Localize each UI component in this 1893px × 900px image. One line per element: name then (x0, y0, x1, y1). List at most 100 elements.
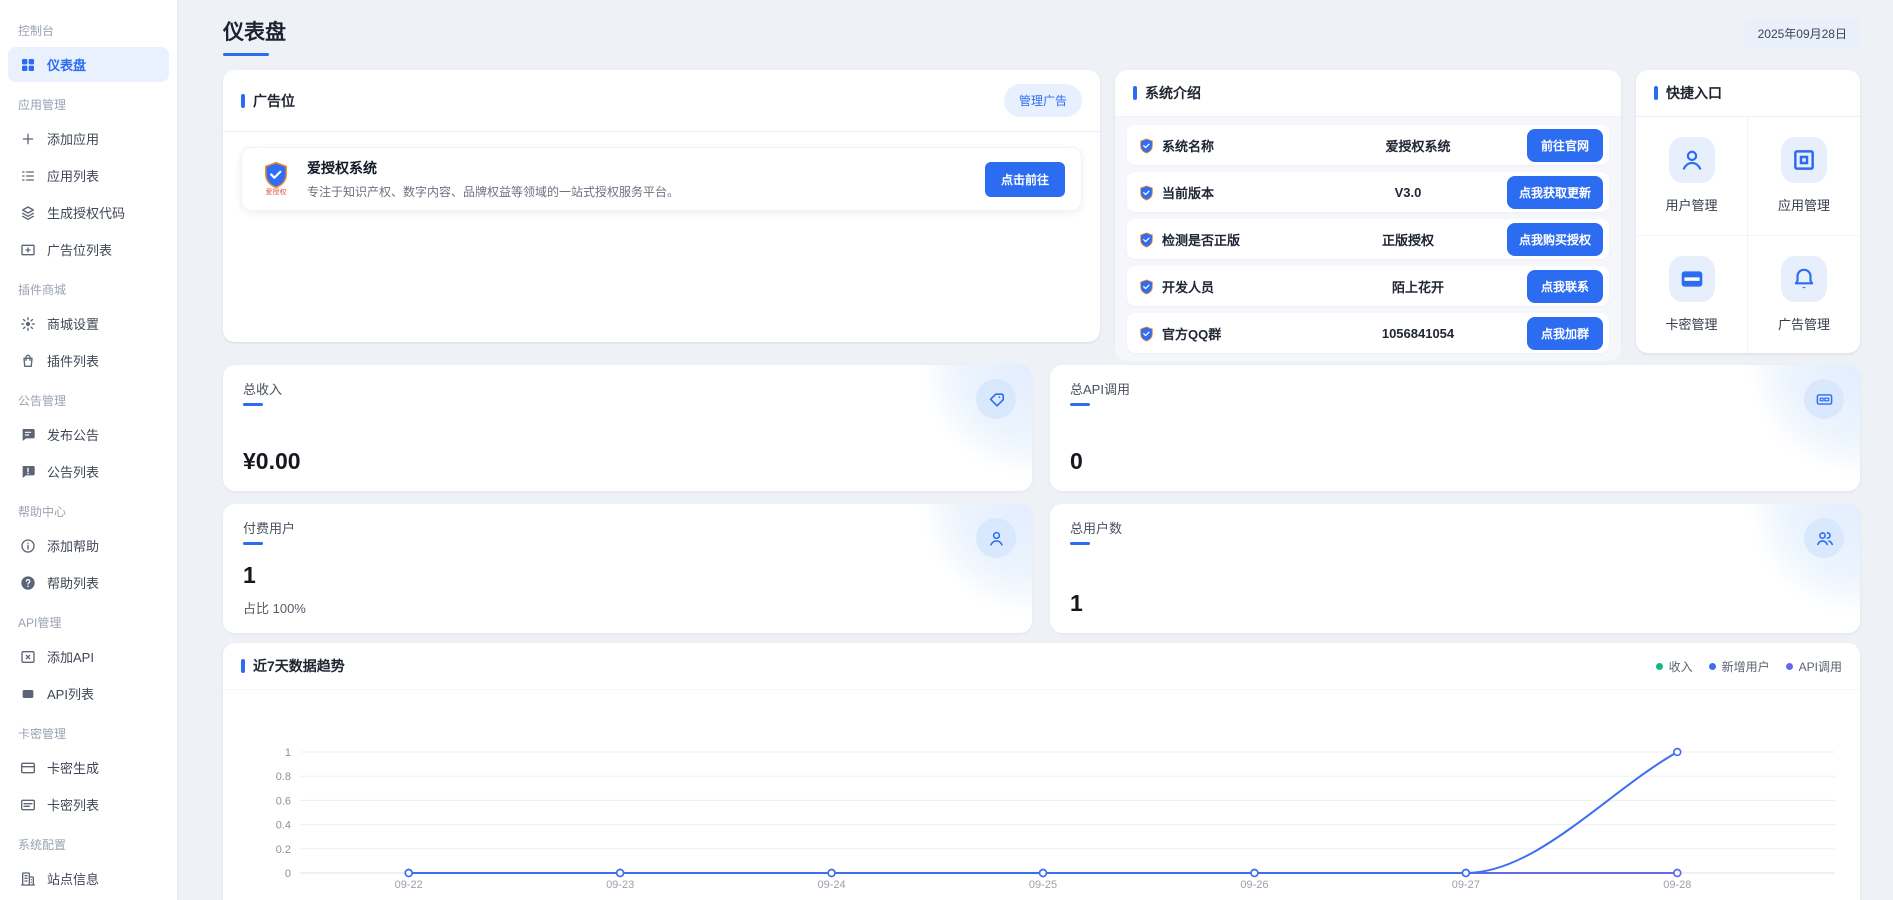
api-call-icon (1804, 379, 1844, 419)
system-row-button-genuine-check[interactable]: 点我购买授权 (1507, 223, 1603, 256)
sidebar-item-api-add[interactable]: 添加API (8, 639, 169, 674)
quick-entry-grid: 用户管理应用管理卡密管理广告管理 (1636, 117, 1860, 353)
header-accent-bar (241, 659, 245, 673)
legend-dot (1656, 663, 1663, 670)
sidebar-item-label: 插件列表 (47, 351, 99, 370)
sidebar-item-auth-code-generate[interactable]: 生成授权代码 (8, 195, 169, 230)
app-icon (1781, 137, 1827, 183)
page-title: 仪表盘 (223, 16, 286, 46)
system-intro-card: 系统介绍 系统名称爱授权系统前往官网当前版本V3.0点我获取更新检测是否正版正版… (1115, 70, 1621, 353)
legend-item-income[interactable]: 收入 (1656, 658, 1693, 675)
message-icon (20, 427, 36, 443)
svg-text:09-23: 09-23 (606, 879, 634, 891)
sidebar-item-plugin-list[interactable]: 插件列表 (8, 343, 169, 378)
system-row-label: 检测是否正版 (1162, 230, 1240, 249)
chart-legend: 收入 新增用户 API调用 (1656, 658, 1842, 675)
shield-logo-icon (1139, 185, 1154, 201)
quick-entry-label: 广告管理 (1778, 314, 1830, 333)
system-row-button-official-qq[interactable]: 点我加群 (1527, 317, 1603, 350)
dashboard-icon (20, 57, 36, 73)
trend-chart-card: 近7天数据趋势 收入新增用户API调用 00.20.40.60.8109-220… (223, 643, 1860, 900)
legend-item-api-calls[interactable]: API调用 (1786, 658, 1842, 675)
page-header: 仪表盘 2025年09月28日 (223, 12, 1860, 56)
sidebar-section-label: 帮助中心 (0, 491, 177, 526)
sidebar-item-card-list[interactable]: 卡密列表 (8, 787, 169, 822)
sidebar-item-announcement-list[interactable]: 公告列表 (8, 454, 169, 489)
sidebar-section-label: 卡密管理 (0, 713, 177, 748)
legend-dot (1786, 663, 1793, 670)
sidebar-item-label: 添加帮助 (47, 536, 99, 555)
sidebar-item-label: 站点信息 (47, 869, 99, 888)
system-row-label: 官方QQ群 (1162, 324, 1221, 343)
svg-text:09-22: 09-22 (395, 879, 423, 891)
sidebar-item-site-info[interactable]: 站点信息 (8, 861, 169, 896)
sidebar-item-label: 卡密列表 (47, 795, 99, 814)
legend-label: 新增用户 (1722, 658, 1770, 675)
quick-entry-ad-management[interactable]: 广告管理 (1748, 236, 1860, 354)
quick-entry-label: 应用管理 (1778, 195, 1830, 214)
manage-ads-button[interactable]: 管理广告 (1004, 84, 1082, 117)
sidebar-item-label: 仪表盘 (47, 55, 86, 74)
stat-label: 总API调用 (1070, 379, 1130, 406)
legend-item-new-users[interactable]: 新增用户 (1709, 658, 1770, 675)
sidebar-item-label: 公告列表 (47, 462, 99, 481)
svg-text:0.4: 0.4 (276, 820, 291, 832)
api-add-icon (20, 649, 36, 665)
header-accent-bar (1654, 86, 1658, 100)
quick-entry-card-management[interactable]: 卡密管理 (1636, 236, 1748, 354)
stat-card-paid-users: 付费用户1占比 100% (223, 504, 1032, 633)
sidebar-item-app-add[interactable]: 添加应用 (8, 121, 169, 156)
ad-card: 广告位 管理广告 爱授权 爱授权系统 专注于知识产权、数字内容、品牌权益等领域的… (223, 70, 1100, 342)
top-row: 广告位 管理广告 爱授权 爱授权系统 专注于知识产权、数字内容、品牌权益等领域的… (223, 70, 1860, 353)
system-row-value: 爱授权系统 (1309, 136, 1527, 155)
quick-entry-app-management[interactable]: 应用管理 (1748, 117, 1860, 236)
bag-icon (20, 353, 36, 369)
ad-go-button[interactable]: 点击前往 (985, 162, 1065, 197)
stat-card-total-users: 总用户数1 (1050, 504, 1860, 633)
sidebar-item-api-list[interactable]: API列表 (8, 676, 169, 711)
sidebar-item-dashboard[interactable]: 仪表盘 (8, 47, 169, 82)
sidebar-item-announcement-publish[interactable]: 发布公告 (8, 417, 169, 452)
sidebar-item-card-generate[interactable]: 卡密生成 (8, 750, 169, 785)
sidebar-item-help-list[interactable]: 帮助列表 (8, 565, 169, 600)
sidebar-item-help-add[interactable]: 添加帮助 (8, 528, 169, 563)
system-info-row-official-qq: 官方QQ群1056841054点我加群 (1127, 313, 1609, 353)
ad-description: 专注于知识产权、数字内容、品牌权益等领域的一站式授权服务平台。 (307, 183, 679, 200)
ad-item[interactable]: 爱授权 爱授权系统 专注于知识产权、数字内容、品牌权益等领域的一站式授权服务平台… (241, 147, 1082, 211)
users-icon (1804, 518, 1844, 558)
svg-text:0.6: 0.6 (276, 795, 291, 807)
card-icon (20, 760, 36, 776)
system-row-label: 开发人员 (1162, 277, 1214, 296)
system-row-label: 当前版本 (1162, 183, 1214, 202)
trend-chart-svg: 00.20.40.60.8109-2209-2309-2409-2509-260… (223, 690, 1859, 900)
system-info-row-current-version: 当前版本V3.0点我获取更新 (1127, 172, 1609, 212)
date-badge: 2025年09月28日 (1745, 18, 1860, 49)
system-info-row-developer: 开发人员 陌上花开点我联系 (1127, 266, 1609, 306)
stat-subtext: 占比 100% (243, 598, 1012, 617)
sidebar-item-ad-slot-list[interactable]: 广告位列表 (8, 232, 169, 267)
paid-user-icon (976, 518, 1016, 558)
sidebar-item-label: 广告位列表 (47, 240, 112, 259)
system-row-button-developer[interactable]: 点我联系 (1527, 270, 1603, 303)
sidebar-item-label: 商城设置 (47, 314, 99, 333)
sidebar-item-label: 添加API (47, 647, 94, 666)
legend-label: 收入 (1669, 658, 1693, 675)
stat-value: 0 (1070, 448, 1840, 475)
stats-grid: 总收入¥0.00总API调用0付费用户1占比 100%总用户数1 (223, 365, 1860, 633)
system-row-value: 正版授权 (1309, 230, 1507, 249)
sidebar: 控制台仪表盘应用管理添加应用应用列表生成授权代码广告位列表插件商城商城设置插件列… (0, 0, 178, 900)
sidebar-item-shop-settings[interactable]: 商城设置 (8, 306, 169, 341)
ad-card-title: 广告位 (253, 91, 295, 111)
system-row-value: 陌上花开 (1309, 277, 1527, 296)
system-row-button-current-version[interactable]: 点我获取更新 (1507, 176, 1603, 209)
system-row-label: 系统名称 (1162, 136, 1214, 155)
sidebar-section-label: 插件商城 (0, 269, 177, 304)
sidebar-item-app-list[interactable]: 应用列表 (8, 158, 169, 193)
svg-text:1: 1 (285, 747, 291, 759)
sidebar-item-label: 生成授权代码 (47, 203, 125, 222)
sidebar-item-label: 应用列表 (47, 166, 99, 185)
shield-logo-icon (1139, 279, 1154, 295)
quick-entry-user-management[interactable]: 用户管理 (1636, 117, 1748, 236)
system-row-button-system-name[interactable]: 前往官网 (1527, 129, 1603, 162)
svg-text:09-27: 09-27 (1452, 879, 1480, 891)
